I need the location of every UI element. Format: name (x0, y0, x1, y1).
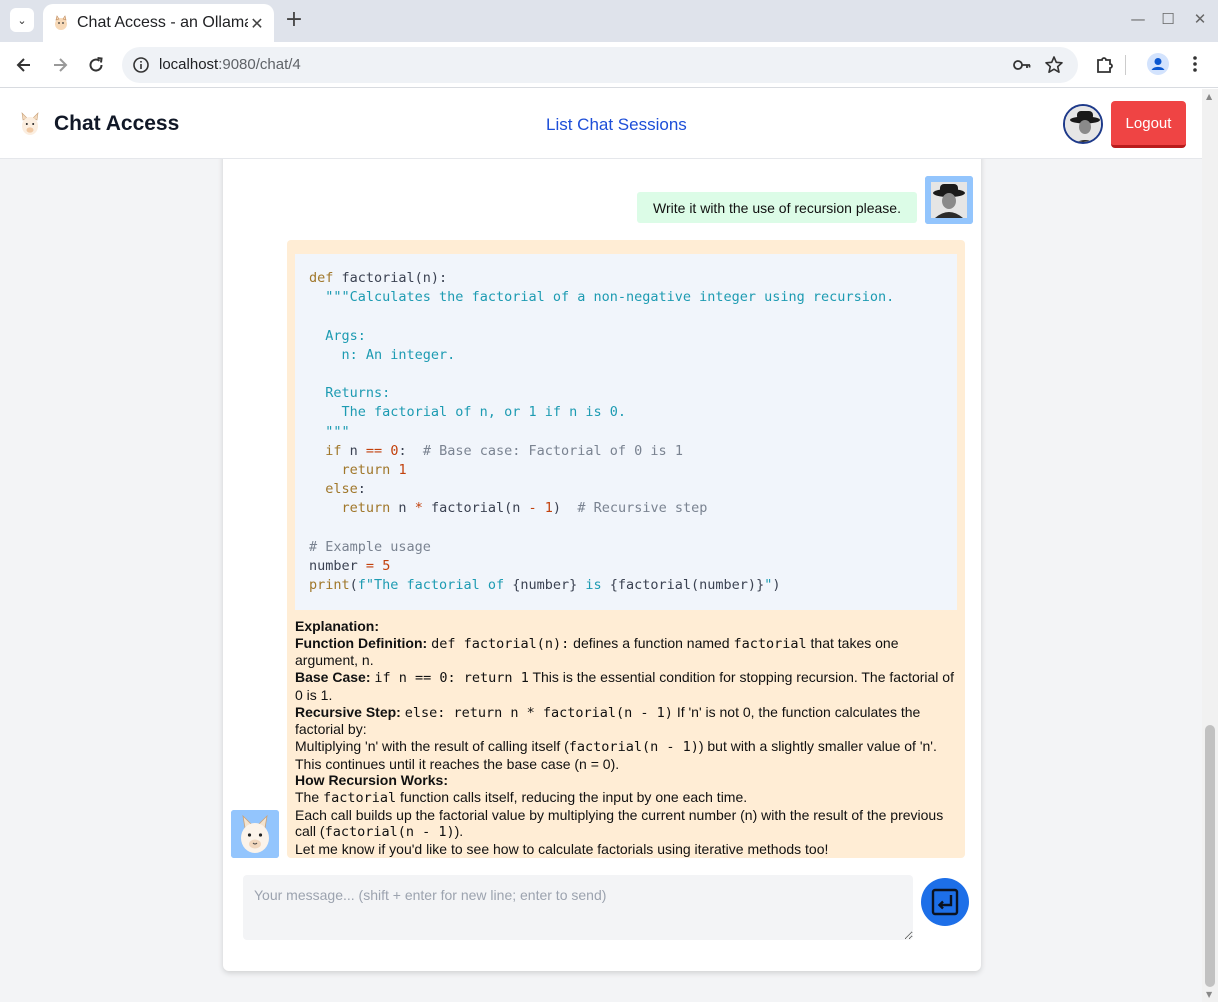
function-definition-paragraph: Function Definition: def factorial(n): d… (295, 635, 959, 669)
how-recursion-text-2: function calls itself, reducing the inpu… (396, 789, 748, 806)
tab-search-button[interactable]: ⌄ (10, 8, 34, 32)
browser-toolbar: localhost:9080/chat/4 (0, 42, 1218, 88)
each-call-code: factorial(n - 1) (324, 824, 455, 841)
how-recursion-works-label: How Recursion Works: (295, 772, 448, 789)
maximize-icon[interactable]: ☐ (1158, 10, 1178, 28)
minimize-icon[interactable]: — (1128, 10, 1148, 28)
assistant-message-bubble: def factorial(n): """Calculates the fact… (287, 240, 965, 858)
explanation-heading: Explanation: (295, 618, 380, 634)
url-host: localhost (159, 56, 219, 73)
back-button[interactable] (11, 52, 37, 78)
profile-icon[interactable] (1147, 53, 1169, 75)
reload-icon (89, 57, 103, 72)
each-call-paragraph: Each call builds up the factorial value … (295, 807, 959, 841)
function-definition-code-2: factorial (733, 635, 807, 652)
star-icon[interactable] (1044, 55, 1064, 75)
send-button[interactable] (921, 878, 969, 926)
multiplying-text-1: Multiplying 'n' with the result of calli… (295, 737, 569, 754)
site-info-icon[interactable] (132, 56, 150, 74)
base-case-paragraph: Base Case: if n == 0: return 1 This is t… (295, 669, 959, 703)
scroll-down-icon[interactable]: ▼ (1206, 990, 1212, 999)
assistant-avatar (231, 810, 279, 858)
each-call-text-2: ). (454, 823, 464, 840)
how-recursion-text-1: The (295, 789, 324, 806)
closing-paragraph: Let me know if you'd like to see how to … (295, 841, 829, 858)
enter-key-icon (931, 888, 959, 916)
recursive-step-code: else: return n * factorial(n - 1) (404, 704, 673, 721)
new-tab-button[interactable]: + (284, 8, 304, 32)
user-avatar[interactable] (1063, 104, 1103, 144)
user-message-text: Write it with the use of recursion pleas… (653, 199, 901, 216)
reload-button[interactable] (83, 52, 109, 78)
scroll-up-icon[interactable]: ▲ (1206, 92, 1212, 101)
base-case-label: Base Case: (295, 669, 371, 686)
function-definition-label: Function Definition: (295, 634, 428, 651)
url-text: localhost:9080/chat/4 (159, 56, 301, 73)
close-tab-icon[interactable]: ✕ (248, 14, 266, 33)
address-bar[interactable]: localhost:9080/chat/4 (122, 47, 1078, 83)
more-vert-icon[interactable] (1184, 53, 1206, 75)
base-case-code: if n == 0: return 1 (374, 670, 529, 687)
browser-tabstrip: ⌄ Chat Access - an Ollama ✕ + — ☐ ✕ (0, 0, 1218, 42)
user-photo-icon (925, 176, 973, 224)
code-block: def factorial(n): """Calculates the fact… (295, 254, 957, 610)
app-header: Chat Access List Chat Sessions Logout (0, 89, 1202, 159)
toolbar-divider (1125, 55, 1126, 75)
llama-avatar-icon (231, 810, 279, 858)
how-recursion-code: factorial (323, 790, 397, 807)
recursive-step-paragraph: Recursive Step: else: return n * factori… (295, 704, 959, 738)
puzzle-icon[interactable] (1094, 53, 1116, 75)
function-definition-text-1: defines a function named (569, 634, 734, 651)
url-path: :9080/chat/4 (218, 56, 301, 73)
message-input[interactable] (243, 875, 913, 940)
key-icon[interactable] (1012, 55, 1032, 75)
logout-button[interactable]: Logout (1111, 101, 1186, 148)
browser-tab-active[interactable]: Chat Access - an Ollama ✕ (43, 4, 274, 42)
explanation-text: Explanation: Function Definition: def fa… (295, 618, 959, 858)
user-message-avatar (925, 176, 973, 224)
multiplying-code: factorial(n - 1) (568, 738, 699, 755)
close-window-icon[interactable]: ✕ (1190, 10, 1210, 28)
function-definition-code: def factorial(n): (431, 635, 570, 652)
how-recursion-paragraph: The factorial function calls itself, red… (295, 789, 959, 807)
llama-favicon-icon (55, 15, 67, 30)
forward-button[interactable] (47, 52, 73, 78)
user-photo-icon (1065, 106, 1101, 142)
list-chat-sessions-link[interactable]: List Chat Sessions (546, 115, 687, 135)
llama-logo-icon[interactable] (17, 111, 43, 137)
back-arrow-icon (16, 58, 30, 72)
tab-title: Chat Access - an Ollama (77, 14, 248, 31)
forward-arrow-icon (54, 58, 68, 72)
page-scrollbar[interactable]: ▲ ▼ (1202, 89, 1218, 1002)
chevron-down-icon: ⌄ (17, 13, 27, 27)
page-viewport: Write it with the use of recursion pleas… (0, 89, 1202, 1002)
scrollbar-thumb[interactable] (1205, 725, 1215, 987)
app-title[interactable]: Chat Access (54, 112, 179, 136)
recursive-step-label: Recursive Step: (295, 703, 401, 720)
logout-label: Logout (1125, 114, 1172, 132)
multiplying-paragraph: Multiplying 'n' with the result of calli… (295, 738, 959, 772)
user-message-bubble: Write it with the use of recursion pleas… (637, 192, 917, 223)
